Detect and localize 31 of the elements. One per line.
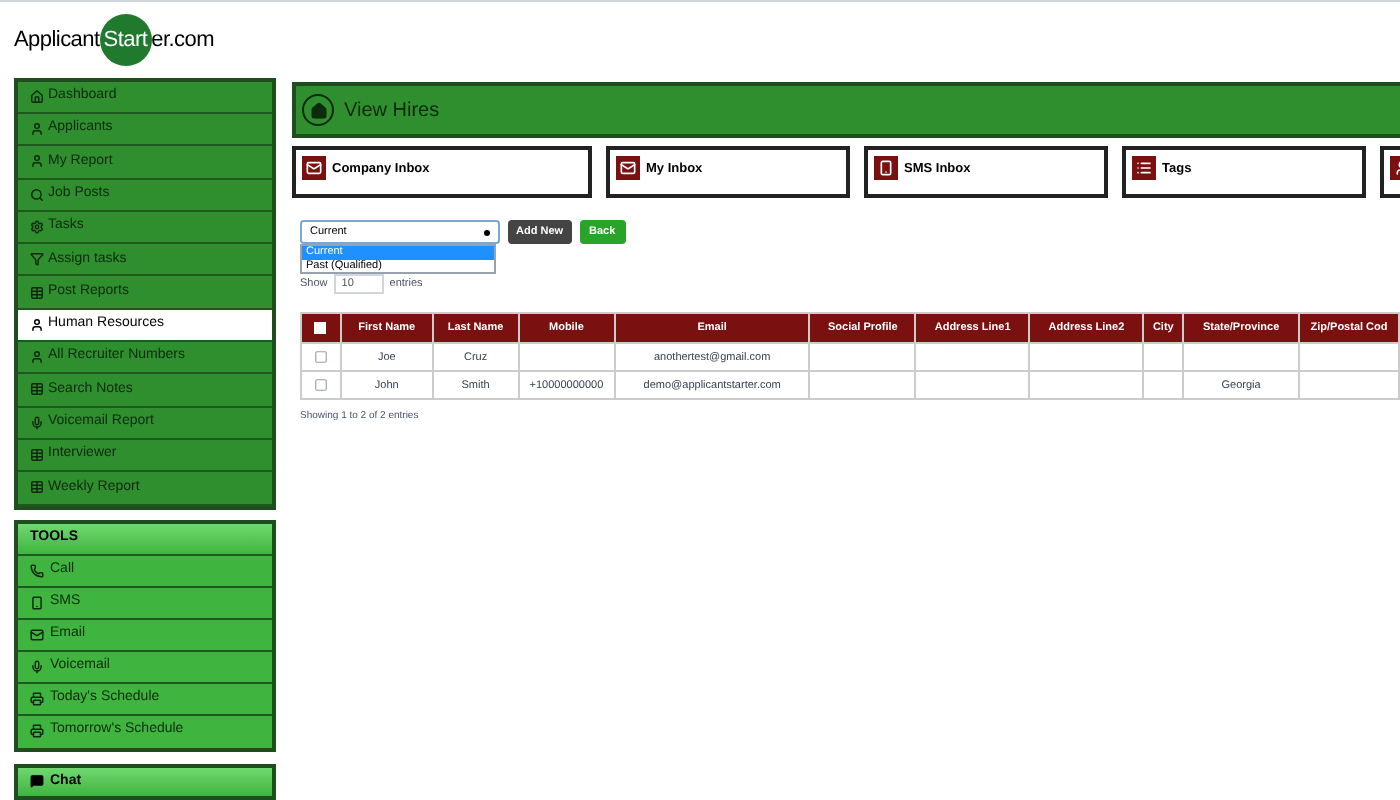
- phone-icon: [30, 563, 44, 578]
- table-icon: [30, 480, 44, 495]
- funnel-icon: [30, 252, 44, 267]
- dropdown-caret-icon: [484, 229, 490, 235]
- list-icon: [1136, 160, 1152, 176]
- gear-icon: [30, 219, 44, 234]
- microphone-icon: [30, 659, 44, 674]
- mobile-icon: [878, 160, 894, 176]
- row-checkbox[interactable]: [313, 349, 328, 364]
- row-checkbox[interactable]: [313, 377, 328, 392]
- table-icon: [30, 382, 44, 397]
- printer-icon: [30, 691, 44, 706]
- chat-icon: [30, 774, 44, 789]
- page-title: View Hires: [344, 97, 440, 125]
- mobile-icon: [30, 595, 44, 610]
- user-icon: [30, 122, 44, 137]
- printer-icon: [30, 724, 44, 739]
- logo[interactable]: Applicant Start er.com: [14, 2, 276, 78]
- table-icon: [30, 448, 44, 463]
- user-icon: [30, 350, 44, 365]
- home-icon: [30, 89, 44, 104]
- user-icon: [30, 154, 44, 169]
- envelope-icon: [306, 160, 322, 176]
- select-all-checkbox[interactable]: [314, 321, 327, 334]
- envelope-icon: [620, 160, 636, 176]
- microphone-icon: [30, 415, 44, 430]
- envelope-icon: [30, 627, 44, 642]
- table-icon: [30, 285, 44, 300]
- user-icon: [30, 317, 44, 332]
- search-icon: [30, 187, 44, 202]
- home-icon[interactable]: [302, 94, 334, 126]
